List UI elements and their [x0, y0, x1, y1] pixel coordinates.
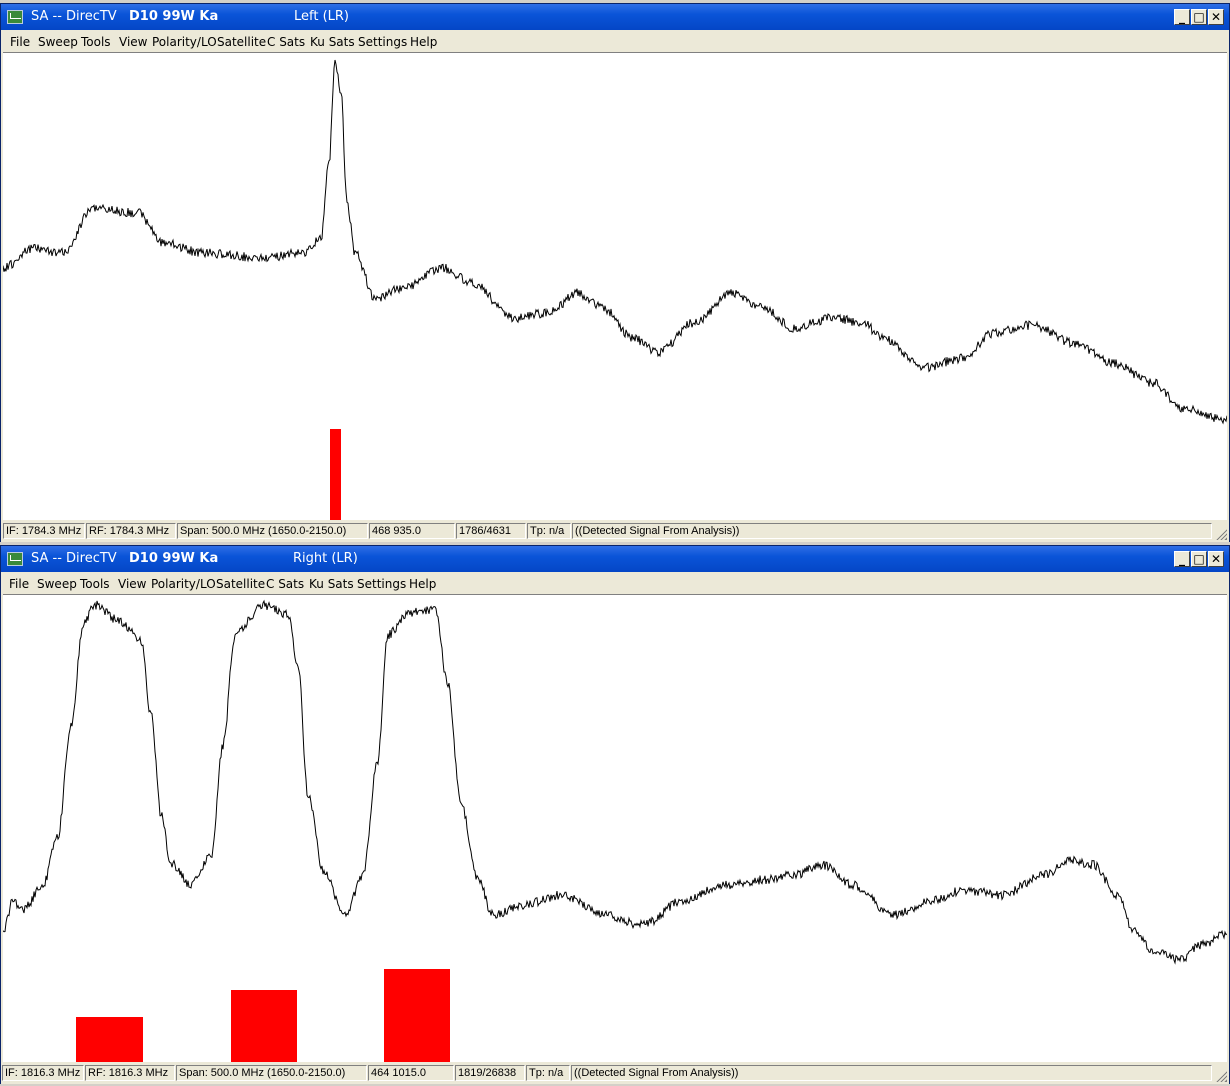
menu-satellite[interactable]: Satellite	[216, 577, 265, 591]
menu-sweep[interactable]: Sweep	[37, 577, 77, 591]
signal-marker	[384, 969, 450, 1062]
window-title-polarity: Left (LR)	[294, 9, 350, 24]
status-if: IF: 1784.3 MHz	[3, 523, 85, 539]
signal-marker	[76, 1017, 143, 1062]
maximize-icon[interactable]: □	[1191, 9, 1207, 25]
menu-tools[interactable]: Tools	[80, 577, 110, 591]
menu-file[interactable]: File	[9, 577, 29, 591]
spectrum-plot-left[interactable]	[3, 52, 1227, 522]
status-count: 1819/26838	[455, 1065, 525, 1081]
spectrum-trace	[3, 59, 1227, 425]
menu-ku-sats[interactable]: Ku Sats	[309, 577, 354, 591]
status-rf: RF: 1816.3 MHz	[85, 1065, 175, 1081]
title-bar[interactable]: SA -- DirecTV D10 99W Ka Left (LR) _ □ ✕	[1, 4, 1229, 30]
menu-sweep[interactable]: Sweep	[38, 35, 78, 49]
status-detected: ((Detected Signal From Analysis))	[572, 523, 1212, 539]
window-title-polarity: Right (LR)	[293, 551, 358, 566]
signal-marker	[231, 990, 297, 1062]
close-icon[interactable]: ✕	[1208, 551, 1224, 567]
resize-grip-icon[interactable]	[1215, 528, 1227, 540]
window-title-satellite: D10 99W Ka	[129, 9, 219, 24]
status-tp: Tp: n/a	[527, 523, 571, 539]
status-if: IF: 1816.3 MHz	[2, 1065, 84, 1081]
menu-view[interactable]: View	[119, 35, 147, 49]
spectrum-graph-right	[3, 599, 1227, 1062]
minimize-icon[interactable]: _	[1174, 9, 1190, 25]
spectrum-window-right: SA -- DirecTV D10 99W Ka Right (LR) _ □ …	[0, 545, 1230, 1084]
status-bar: IF: 1816.3 MHz RF: 1816.3 MHz Span: 500.…	[1, 1062, 1229, 1084]
status-value: 464 1015.0	[368, 1065, 454, 1081]
status-detected: ((Detected Signal From Analysis))	[571, 1065, 1212, 1081]
status-rf: RF: 1784.3 MHz	[86, 523, 176, 539]
title-bar[interactable]: SA -- DirecTV D10 99W Ka Right (LR) _ □ …	[1, 546, 1229, 572]
status-bar: IF: 1784.3 MHz RF: 1784.3 MHz Span: 500.…	[1, 520, 1229, 542]
menu-settings[interactable]: Settings	[357, 577, 406, 591]
status-value: 468 935.0	[369, 523, 455, 539]
status-tp: Tp: n/a	[526, 1065, 570, 1081]
window-title-satellite: D10 99W Ka	[129, 551, 219, 566]
menu-file[interactable]: File	[10, 35, 30, 49]
spectrum-plot-right[interactable]	[3, 594, 1227, 1062]
resize-grip-icon[interactable]	[1215, 1070, 1227, 1082]
minimize-icon[interactable]: _	[1174, 551, 1190, 567]
menu-bar: File Sweep Tools View Polarity/LO Satell…	[1, 572, 1229, 594]
menu-help[interactable]: Help	[410, 35, 437, 49]
menu-c-sats[interactable]: C Sats	[266, 577, 304, 591]
app-icon[interactable]	[7, 10, 23, 24]
menu-help[interactable]: Help	[409, 577, 436, 591]
menu-c-sats[interactable]: C Sats	[267, 35, 305, 49]
spectrum-window-left: SA -- DirecTV D10 99W Ka Left (LR) _ □ ✕…	[0, 3, 1230, 542]
spectrum-graph-left	[3, 59, 1227, 522]
menu-polarity-lo[interactable]: Polarity/LO	[152, 35, 217, 49]
menu-satellite[interactable]: Satellite	[217, 35, 266, 49]
window-title-app: SA -- DirecTV	[31, 551, 117, 566]
signal-marker	[330, 429, 341, 522]
maximize-icon[interactable]: □	[1191, 551, 1207, 567]
spectrum-trace	[3, 599, 1227, 965]
menu-ku-sats[interactable]: Ku Sats	[310, 35, 355, 49]
window-title-app: SA -- DirecTV	[31, 9, 117, 24]
close-icon[interactable]: ✕	[1208, 9, 1224, 25]
menu-bar: File Sweep Tools View Polarity/LO Satell…	[1, 30, 1229, 52]
app-icon[interactable]	[7, 552, 23, 566]
menu-view[interactable]: View	[118, 577, 146, 591]
menu-tools[interactable]: Tools	[81, 35, 111, 49]
status-count: 1786/4631	[456, 523, 526, 539]
status-span: Span: 500.0 MHz (1650.0-2150.0)	[176, 1065, 367, 1081]
menu-settings[interactable]: Settings	[358, 35, 407, 49]
menu-polarity-lo[interactable]: Polarity/LO	[151, 577, 216, 591]
status-span: Span: 500.0 MHz (1650.0-2150.0)	[177, 523, 368, 539]
